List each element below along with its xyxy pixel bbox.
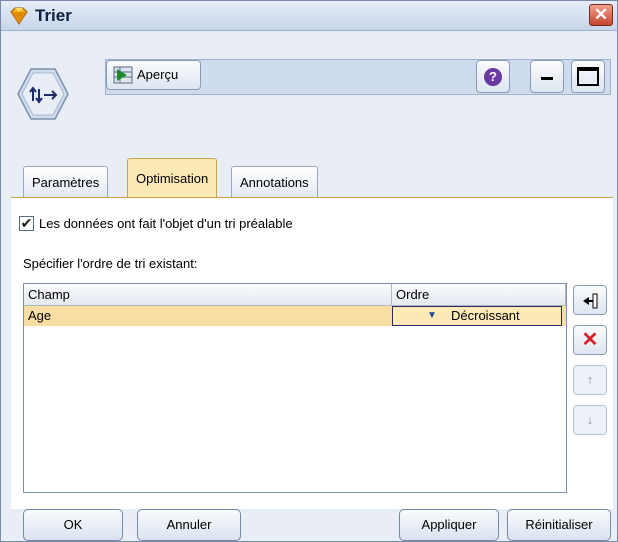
cancel-button[interactable]: Annuler: [137, 509, 241, 541]
node-toolbar: Aperçu ?: [105, 59, 611, 95]
help-button[interactable]: ?: [476, 60, 510, 93]
column-header-champ[interactable]: Champ: [24, 284, 392, 306]
move-down-button[interactable]: ↓: [573, 405, 607, 435]
close-button[interactable]: ✕: [589, 4, 613, 26]
add-field-icon: [581, 292, 599, 309]
apply-button[interactable]: Appliquer: [399, 509, 499, 541]
close-icon: ✕: [593, 5, 609, 24]
existing-order-label: Spécifier l'ordre de tri existant:: [23, 256, 198, 271]
sort-order-table: Champ Ordre Age ▼ Décroissant: [23, 283, 567, 493]
tab-optimisation[interactable]: Optimisation: [127, 158, 218, 198]
row-field-cell[interactable]: Age: [24, 306, 51, 326]
delete-icon: ✕: [581, 329, 599, 351]
gem-icon: [9, 6, 29, 26]
minimize-icon: [541, 77, 553, 80]
tab-annotations[interactable]: Annotations: [231, 166, 318, 198]
reset-button[interactable]: Réinitialiser: [507, 509, 611, 541]
help-icon: ?: [484, 68, 502, 86]
add-field-button[interactable]: [573, 285, 607, 315]
sort-dialog: Trier ✕ Aperçu ? Paramètres Optimisation…: [0, 0, 618, 542]
preview-label: Aperçu: [137, 67, 179, 82]
sort-node-icon: [16, 67, 70, 121]
move-down-icon: ↓: [586, 412, 594, 427]
move-up-button[interactable]: ↑: [573, 365, 607, 395]
maximize-icon: [577, 67, 599, 86]
delete-button[interactable]: ✕: [573, 325, 607, 355]
order-dropdown[interactable]: ▼ Décroissant: [392, 306, 562, 326]
tab-parametres[interactable]: Paramètres: [23, 166, 109, 198]
maximize-button[interactable]: [571, 60, 605, 93]
minimize-button[interactable]: [530, 60, 564, 93]
sort-descending-icon: ▼: [427, 310, 437, 321]
ok-button[interactable]: OK: [23, 509, 123, 541]
presorted-checkbox[interactable]: ✔: [19, 216, 34, 231]
preview-icon: [113, 66, 133, 84]
presorted-label: Les données ont fait l'objet d'un tri pr…: [39, 216, 293, 231]
window-title: Trier: [35, 6, 72, 25]
title-bar: Trier ✕: [1, 1, 617, 31]
order-value: Décroissant: [451, 308, 520, 323]
column-header-ordre[interactable]: Ordre: [392, 284, 566, 306]
move-up-icon: ↑: [586, 372, 594, 387]
preview-button[interactable]: Aperçu: [106, 60, 201, 90]
